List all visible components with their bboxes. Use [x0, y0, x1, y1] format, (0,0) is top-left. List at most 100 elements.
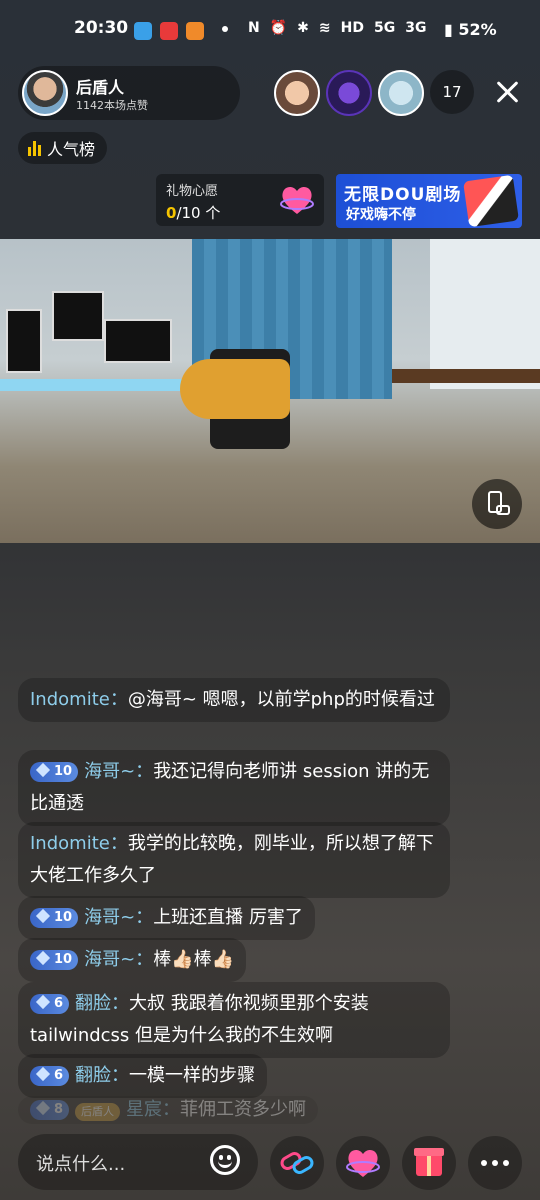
gift-wish-card[interactable]: 礼物心愿 0/10 个 — [156, 174, 324, 226]
nfc-icon: N — [248, 20, 260, 36]
level-badge: 10 — [30, 908, 79, 928]
comment-username[interactable]: 翻脸： — [75, 993, 129, 1014]
comment-username[interactable]: 海哥~： — [84, 761, 153, 782]
video-window — [430, 239, 540, 389]
comment-username[interactable]: Indomite： — [30, 833, 128, 854]
comment-text: @海哥~ 嗯嗯，以前学php的时候看过 — [127, 689, 435, 710]
phone-rotate-icon — [496, 505, 510, 515]
status-bar: 20:30 N ⏰ ✱ ≋ HD 5G 3G ▮ 52% — [0, 0, 540, 56]
gem-icon — [35, 1100, 51, 1116]
wifi-icon: ≋ — [318, 20, 331, 36]
system-icons: N ⏰ ✱ ≋ HD 5G 3G — [248, 20, 426, 36]
comment-username[interactable]: Indomite： — [30, 689, 128, 710]
status-time: 20:30 — [74, 18, 129, 38]
emoji-icon[interactable] — [210, 1145, 240, 1175]
comment-item[interactable]: 6 翻脸：大叔 我跟着你视频里那个安装 tailwindcss 但是为什么我的不生… — [18, 982, 450, 1058]
app-icon — [134, 22, 152, 40]
level-number: 6 — [54, 1068, 64, 1083]
level-badge: 6 — [30, 1066, 70, 1086]
comment-item[interactable]: 6 翻脸：一模一样的步骤 — [18, 1054, 268, 1098]
gem-icon — [35, 994, 51, 1010]
notification-icons — [134, 22, 204, 40]
dou-theater-banner[interactable]: 无限DOU剧场 好戏嗨不停 — [336, 174, 522, 228]
level-number: 6 — [54, 996, 64, 1011]
battery-text: 52% — [458, 20, 497, 39]
rank-bars-icon — [28, 140, 41, 156]
gift-wish-count: 0/10 个 — [166, 202, 220, 223]
video-table — [392, 369, 540, 383]
video-monitor — [104, 319, 172, 363]
host-likes: 1142本场点赞 — [76, 99, 148, 112]
gem-icon — [35, 950, 51, 966]
host-avatar[interactable] — [22, 70, 68, 116]
app-icon — [186, 22, 204, 40]
link-mic-button[interactable] — [270, 1136, 324, 1190]
comment-text: 棒👍🏻棒👍🏻 — [153, 949, 235, 970]
more-dot — [492, 1160, 498, 1166]
comment-placeholder: 说点什么... — [36, 1154, 126, 1175]
level-badge: 10 — [30, 950, 79, 970]
level-badge: 6 — [30, 994, 70, 1014]
hd-icon: HD — [340, 20, 364, 36]
comment-item[interactable]: 8 后盾人 星宸：菲佣工资多少啊 — [18, 1096, 319, 1124]
viewer-avatar[interactable] — [326, 70, 372, 116]
level-number: 10 — [54, 952, 73, 967]
gift-button[interactable] — [402, 1136, 456, 1190]
comment-username[interactable]: 星宸： — [126, 1099, 180, 1120]
level-badge: 10 — [30, 762, 79, 782]
more-button[interactable] — [468, 1136, 522, 1190]
banner-subtitle: 好戏嗨不停 — [346, 207, 416, 223]
comment-item[interactable]: Indomite：我学的比较晚，刚毕业，所以想了解下大佬工作多久了 — [18, 822, 450, 898]
level-badge: 8 — [30, 1100, 70, 1120]
banner-illustration — [463, 174, 519, 228]
gift-wish-title: 礼物心愿 — [166, 184, 219, 199]
comment-item[interactable]: 10 海哥~：我还记得向老师讲 session 讲的无比通透 — [18, 750, 450, 826]
comment-item[interactable]: 10 海哥~：棒👍🏻棒👍🏻 — [18, 938, 247, 982]
comment-username[interactable]: 海哥~： — [84, 907, 153, 928]
live-video[interactable] — [0, 239, 540, 543]
close-icon[interactable] — [490, 76, 524, 110]
comment-input[interactable]: 说点什么... — [18, 1134, 258, 1190]
battery-level: ▮ 52% — [444, 20, 497, 39]
app-icon — [160, 22, 178, 40]
rank-label: 人气榜 — [47, 140, 96, 159]
viewer-avatar[interactable] — [378, 70, 424, 116]
signal-3g-icon: 3G — [405, 20, 427, 36]
more-dot — [481, 1160, 487, 1166]
comment-text: 上班还直播 厉害了 — [153, 907, 303, 928]
heart-icon — [280, 186, 314, 214]
video-person — [180, 359, 290, 419]
comment-item[interactable]: 10 海哥~：上班还直播 厉害了 — [18, 896, 315, 940]
gem-icon — [35, 1066, 51, 1082]
banner-title: 无限DOU剧场 — [344, 185, 462, 205]
popularity-rank-button[interactable]: 人气榜 — [18, 132, 108, 164]
heart-icon — [346, 1149, 380, 1177]
like-button[interactable] — [336, 1136, 390, 1190]
level-number: 10 — [54, 910, 73, 925]
comment-username[interactable]: 海哥~： — [84, 949, 153, 970]
comment-text: 菲佣工资多少啊 — [180, 1099, 307, 1120]
host-name: 后盾人 — [76, 78, 125, 97]
gift-wish-total: /10 个 — [176, 204, 221, 222]
more-dot — [503, 1160, 509, 1166]
alarm-icon: ⏰ — [269, 20, 288, 36]
comment-item[interactable]: Indomite：@海哥~ 嗯嗯，以前学php的时候看过 — [18, 678, 450, 722]
comment-username[interactable]: 翻脸： — [75, 1065, 129, 1086]
host-card[interactable]: 后盾人 1142本场点赞 — [18, 66, 240, 120]
viewer-count[interactable]: 17 — [430, 70, 474, 114]
level-number: 8 — [54, 1102, 64, 1117]
signal-5g-icon: 5G — [373, 20, 396, 36]
viewer-avatar[interactable] — [274, 70, 320, 116]
notification-dot — [222, 26, 228, 32]
rotate-screen-button[interactable] — [472, 479, 522, 529]
video-monitor — [52, 291, 104, 341]
video-desk — [0, 379, 190, 391]
gift-wish-current: 0 — [166, 204, 177, 222]
gift-icon — [414, 1148, 444, 1176]
fan-club-badge: 后盾人 — [75, 1103, 121, 1121]
comment-text: 一模一样的步骤 — [129, 1065, 256, 1086]
level-number: 10 — [54, 764, 73, 779]
gem-icon — [35, 908, 51, 924]
gem-icon — [35, 762, 51, 778]
bluetooth-icon: ✱ — [297, 20, 309, 36]
